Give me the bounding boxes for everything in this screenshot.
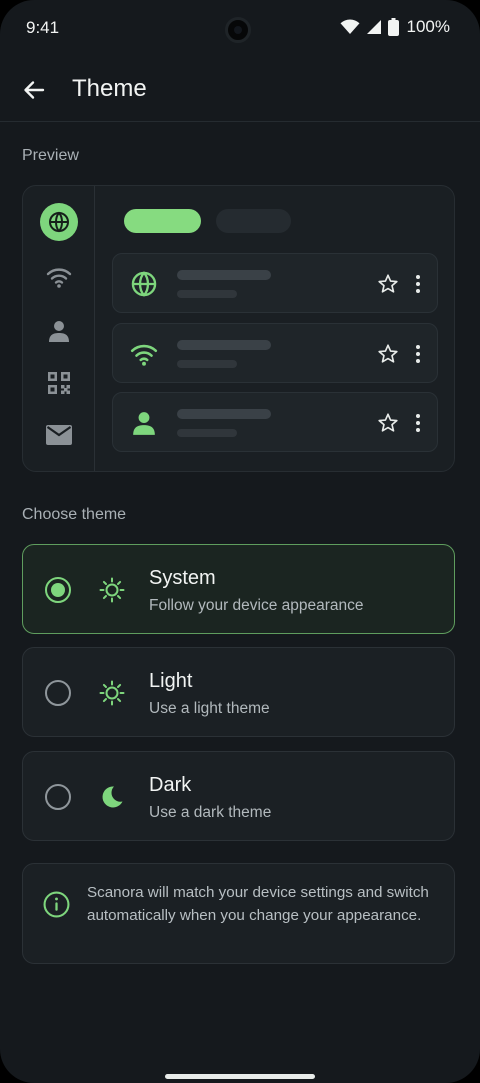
card-icon-holder xyxy=(129,339,159,369)
status-bar: 9:41 100% xyxy=(0,0,480,58)
person-icon xyxy=(49,321,69,342)
person-icon xyxy=(133,412,155,435)
star-icon xyxy=(378,274,398,293)
cell-signal-icon xyxy=(366,20,381,34)
option-title: Light xyxy=(149,670,193,692)
back-button[interactable] xyxy=(14,70,54,110)
wifi-icon xyxy=(46,268,72,288)
rail-item-wifi xyxy=(40,258,78,296)
placeholder-line xyxy=(177,340,271,350)
preview-card-wifi xyxy=(112,323,438,383)
front-camera xyxy=(225,17,251,43)
preview-card-globe xyxy=(112,253,438,313)
radio-dark[interactable] xyxy=(45,784,71,810)
option-subtitle: Follow your device appearance xyxy=(149,597,364,614)
battery-percent: 100% xyxy=(406,17,450,36)
preview-nav-rail xyxy=(23,186,95,471)
card-icon-holder xyxy=(129,269,159,299)
more-vert-icon xyxy=(416,275,420,293)
preview-card-person xyxy=(112,392,438,452)
placeholder-line xyxy=(177,360,237,368)
rail-item-person xyxy=(40,312,78,350)
card-icon-holder xyxy=(129,408,159,438)
radio-light[interactable] xyxy=(45,680,71,706)
star-icon xyxy=(378,344,398,363)
app-bar: Theme xyxy=(0,58,480,122)
option-title: System xyxy=(149,567,216,589)
star-icon xyxy=(378,413,398,432)
arrow-left-icon xyxy=(24,81,45,99)
option-icon xyxy=(97,575,127,605)
choose-theme-label: Choose theme xyxy=(22,506,127,523)
option-icon xyxy=(97,782,127,812)
option-subtitle: Use a dark theme xyxy=(149,804,272,821)
placeholder-line xyxy=(177,270,271,280)
preview-label: Preview xyxy=(22,147,79,164)
placeholder-line xyxy=(177,409,271,419)
theme-option-dark[interactable]: Dark Use a dark theme xyxy=(22,751,455,841)
status-time: 9:41 xyxy=(26,18,60,37)
page-title: Theme xyxy=(72,75,147,102)
moon-icon xyxy=(102,786,123,808)
status-icons: 100% xyxy=(340,17,450,37)
option-subtitle: Use a light theme xyxy=(149,700,270,717)
globe-icon xyxy=(131,271,157,297)
globe-icon xyxy=(49,211,69,233)
home-indicator[interactable] xyxy=(165,1074,315,1079)
more-vert-icon xyxy=(416,414,420,432)
theme-preview xyxy=(22,185,455,472)
more-vert-icon xyxy=(416,345,420,363)
option-icon xyxy=(97,678,127,708)
info-card: Scanora will match your device settings … xyxy=(22,863,455,964)
radio-system[interactable] xyxy=(45,577,71,603)
battery-icon xyxy=(387,18,399,36)
qr-code-icon xyxy=(48,372,70,394)
placeholder-line xyxy=(177,290,237,298)
option-title: Dark xyxy=(149,774,192,796)
phone-screen: 9:41 100% Theme Preview Choose theme Sys… xyxy=(0,0,480,1083)
preview-chip-inactive xyxy=(216,209,291,233)
theme-option-light[interactable]: Light Use a light theme xyxy=(22,647,455,737)
rail-item-globe xyxy=(40,203,78,241)
rail-item-mail xyxy=(40,416,78,454)
sun-icon xyxy=(99,577,125,603)
preview-chip-active xyxy=(124,209,201,233)
info-icon xyxy=(43,891,70,918)
placeholder-line xyxy=(177,429,237,437)
sun-icon xyxy=(99,680,125,706)
wifi-signal-icon xyxy=(340,19,360,34)
theme-option-system[interactable]: System Follow your device appearance xyxy=(22,544,455,634)
wifi-icon xyxy=(130,344,158,366)
rail-item-qr xyxy=(40,364,78,402)
info-text: Scanora will match your device settings … xyxy=(87,884,429,924)
mail-icon xyxy=(46,425,72,445)
